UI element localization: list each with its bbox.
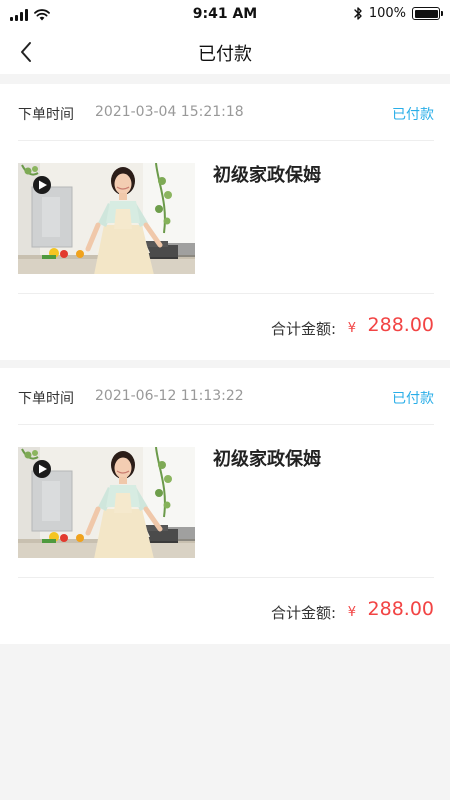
order-time-value: 2021-06-12 11:13:22 [95,388,244,404]
order-time-label: 下单时间 [18,107,74,123]
order-body: 初级家政保姆 [18,141,434,294]
total-amount: 288.00 [367,598,434,620]
total-amount: 288.00 [367,314,434,336]
order-footer: 合计金额: ¥ 288.00 [18,294,434,360]
currency-symbol: ¥ [347,321,356,336]
battery-fill [414,9,438,18]
order-header: 下单时间 2021-06-12 11:13:22 已付款 [18,368,434,425]
nav-bar: 已付款 [0,30,450,74]
product-image [18,163,195,274]
total-label: 合计金额: [270,604,336,622]
order-status: 已付款 [392,107,434,123]
currency-symbol: ¥ [347,605,356,620]
bluetooth-icon [354,7,362,20]
product-thumbnail[interactable] [18,163,195,274]
total-label: 合计金额: [270,320,336,338]
battery-icon [412,7,443,20]
order-header: 下单时间 2021-03-04 15:21:18 已付款 [18,84,434,141]
order-footer: 合计金额: ¥ 288.00 [18,578,434,644]
product-image [18,447,195,558]
status-right: 100% [353,6,443,21]
order-card[interactable]: 下单时间 2021-03-04 15:21:18 已付款 初级家政保姆 合计金额… [0,84,450,360]
order-card[interactable]: 下单时间 2021-06-12 11:13:22 已付款 初级家政保姆 合计金额… [0,368,450,644]
order-status: 已付款 [392,391,434,407]
order-time-label: 下单时间 [18,391,74,407]
status-bar: 9:41 AM 100% [0,0,450,30]
battery-percent: 100% [368,6,406,21]
product-title: 初级家政保姆 [213,449,321,470]
order-body: 初级家政保姆 [18,425,434,578]
product-thumbnail[interactable] [18,447,195,558]
order-time-value: 2021-03-04 15:21:18 [95,104,244,120]
product-title: 初级家政保姆 [213,165,321,186]
page-title: 已付款 [198,44,252,65]
